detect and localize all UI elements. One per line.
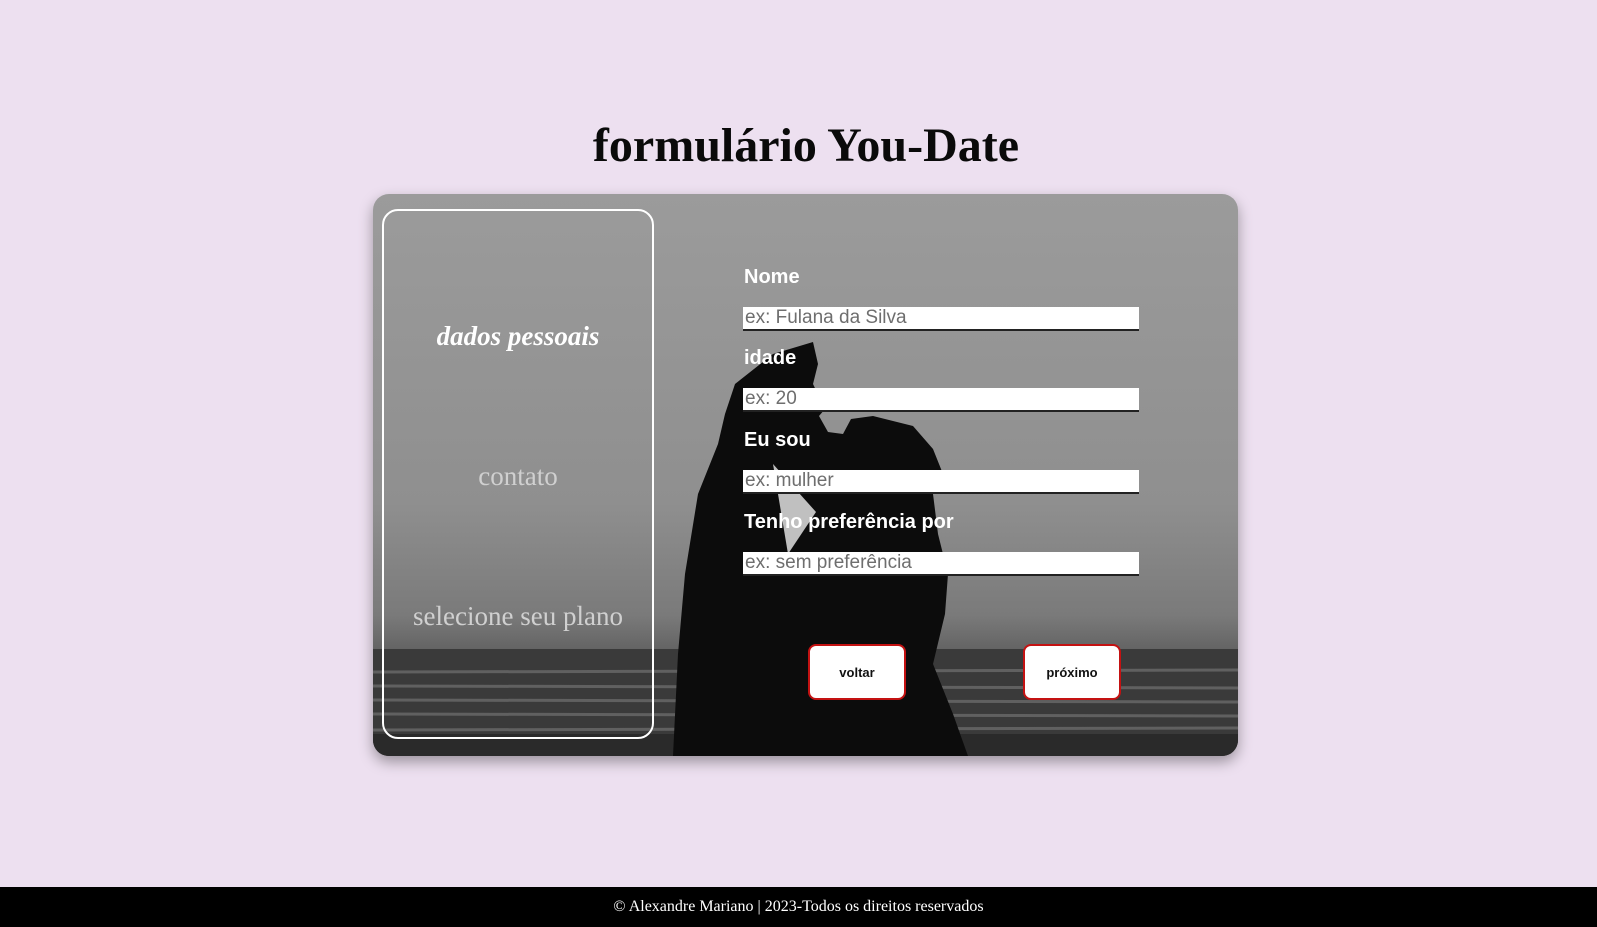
idade-label: idade [744,347,797,369]
preferencia-input[interactable] [743,552,1139,576]
preferencia-label: Tenho preferência por [744,511,954,533]
idade-input[interactable] [743,388,1139,412]
footer: © Alexandre Mariano | 2023-Todos os dire… [0,887,1597,927]
eu-sou-label: Eu sou [744,429,811,451]
nome-label: Nome [744,266,800,288]
footer-copyright: © Alexandre Mariano | 2023-Todos os dire… [613,898,984,915]
eu-sou-input[interactable] [743,470,1139,494]
step-selecione-plano[interactable]: selecione seu plano [384,601,652,632]
next-button[interactable]: próximo [1023,644,1121,700]
back-button[interactable]: voltar [808,644,906,700]
nome-input[interactable] [743,307,1139,331]
form-card: dados pessoais contato selecione seu pla… [373,194,1238,756]
step-contato[interactable]: contato [384,461,652,492]
steps-sidebar: dados pessoais contato selecione seu pla… [382,209,654,739]
step-dados-pessoais[interactable]: dados pessoais [384,321,652,352]
page-title: formulário You-Date [592,119,1020,172]
